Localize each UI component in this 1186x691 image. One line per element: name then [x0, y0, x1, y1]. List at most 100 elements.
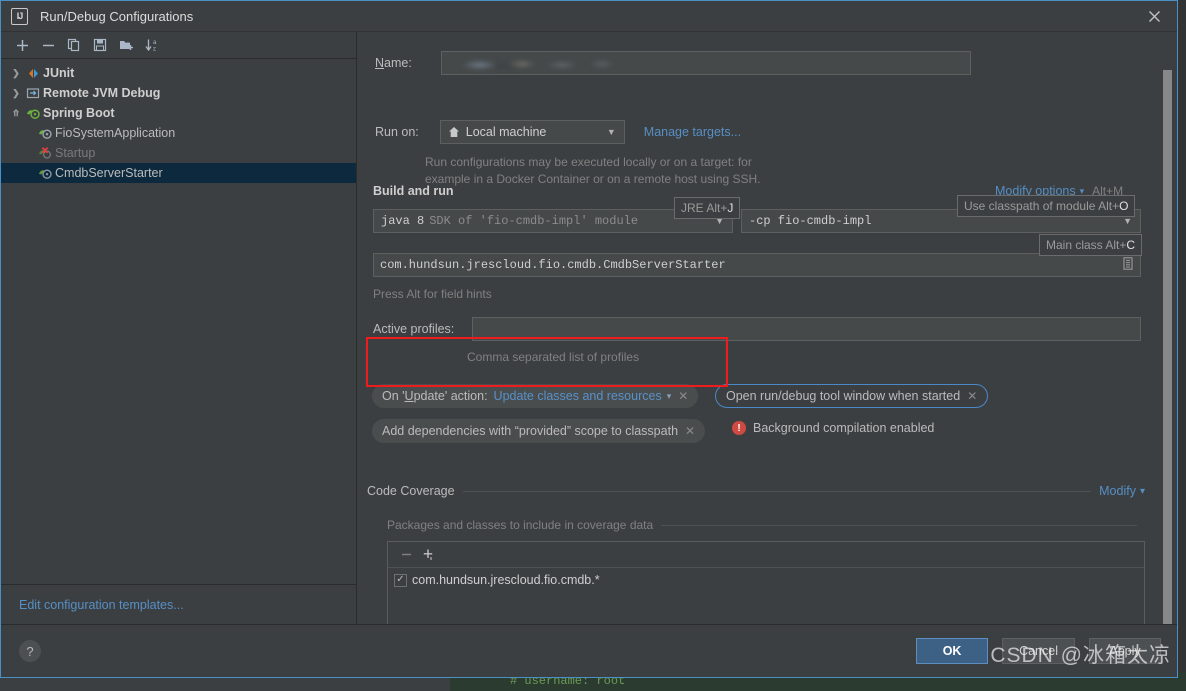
active-profiles-label: Active profiles: [373, 322, 455, 336]
chevron-right-icon[interactable]: ❯ [9, 68, 23, 79]
build-and-run-section-title: Build and run [373, 184, 454, 196]
coverage-package-label: com.hundsun.jrescloud.fio.cmdb.* [412, 573, 600, 587]
on-update-action-value[interactable]: Update classes and resources [494, 389, 662, 403]
ok-button[interactable]: OK [916, 638, 989, 664]
configurations-toolbar: a z [1, 32, 356, 59]
background-compilation-row: ! Background compilation enabled [732, 421, 934, 435]
tree-node-label: CmdbServerStarter [55, 166, 163, 180]
help-button[interactable]: ? [19, 640, 41, 662]
code-coverage-title: Code Coverage [367, 484, 455, 498]
edit-configuration-templates-link[interactable]: Edit configuration templates... [19, 598, 184, 612]
section-divider [661, 524, 1137, 526]
name-label: Name: [375, 56, 412, 70]
main-class-tooltip: Main class Alt+ C [1039, 234, 1143, 256]
dialog-titlebar: IJ Run/Debug Configurations [1, 1, 1177, 32]
provided-scope-chip[interactable]: Add dependencies with “provided” scope t… [372, 419, 706, 443]
tree-node-label: Startup [55, 146, 96, 160]
name-row: Name: [375, 51, 975, 75]
manage-targets-link[interactable]: Manage targets... [644, 125, 741, 139]
svg-text:a: a [153, 40, 157, 46]
spring-boot-icon [35, 127, 55, 140]
remove-configuration-button[interactable] [35, 33, 61, 57]
sort-configurations-button[interactable]: a z [139, 33, 165, 57]
on-update-action-label: On 'Update' action: [382, 389, 488, 403]
coverage-package-checkbox[interactable]: ✓ [394, 573, 407, 587]
active-profiles-input[interactable] [472, 317, 1141, 341]
main-class-input[interactable]: com.hundsun.jrescloud.fio.cmdb.CmdbServe… [373, 253, 1141, 277]
coverage-packages-list[interactable]: ✓ com.hundsun.jrescloud.fio.cmdb.* [387, 541, 1145, 624]
main-class-tooltip-key: C [1126, 238, 1136, 252]
add-package-button[interactable] [418, 545, 438, 565]
jre-tooltip-text: JRE Alt+ [681, 201, 728, 215]
name-input[interactable] [440, 51, 971, 75]
tree-node-junit[interactable]: ❯ JUnit [1, 63, 356, 83]
run-on-description-line-2: example in a Docker Container or on a re… [425, 172, 761, 186]
classpath-tooltip-text: Use classpath of module Alt+ [964, 199, 1120, 213]
provided-scope-label: Add dependencies with “provided” scope t… [382, 424, 679, 438]
open-tool-window-chip[interactable]: Open run/debug tool window when started … [715, 384, 989, 408]
background-compilation-label: Background compilation enabled [753, 421, 935, 435]
copy-configuration-button[interactable] [61, 33, 87, 57]
edit-templates-footer: Edit configuration templates... [1, 584, 356, 624]
jre-value-bold: java 8 [381, 214, 425, 228]
field-hints-text: Press Alt for field hints [373, 287, 492, 301]
csdn-watermark: CSDN @冰箱太凉 [990, 644, 1171, 667]
chevron-down-icon[interactable]: ▼ [1123, 216, 1136, 226]
configurations-panel: a z ❯ JUnit ❯ Remote JVM Debug ⤊ Spring … [1, 32, 357, 624]
tree-node-cmdbserverstarter[interactable]: CmdbServerStarter [1, 163, 356, 183]
run-debug-configurations-dialog: IJ Run/Debug Configurations a z ❯ JUnit … [0, 0, 1178, 678]
dialog-bottom-bar: ? OK Cancel Apply CSDN @冰箱太凉 [1, 624, 1177, 677]
chevron-down-icon[interactable]: ▾ [667, 391, 672, 402]
tree-node-label: FioSystemApplication [55, 126, 176, 140]
browse-class-icon[interactable] [1122, 257, 1134, 273]
run-on-row: Run on: Local machine ▼ Manage targets..… [375, 120, 741, 144]
active-profiles-hint: Comma separated list of profiles [467, 350, 640, 364]
home-icon [448, 126, 460, 138]
tree-node-label: Spring Boot [43, 106, 115, 120]
dialog-title: Run/Debug Configurations [40, 8, 194, 24]
list-item[interactable]: ✓ com.hundsun.jrescloud.fio.cmdb.* [388, 568, 1144, 587]
editor-panel-scrollbar[interactable] [1163, 70, 1172, 624]
intellij-logo-icon: IJ [11, 7, 28, 25]
add-configuration-button[interactable] [9, 33, 35, 57]
save-configuration-button[interactable] [87, 33, 113, 57]
tree-node-remote-jvm-debug[interactable]: ❯ Remote JVM Debug [1, 83, 356, 103]
jre-tooltip-key: J [727, 201, 734, 215]
coverage-list-toolbar [388, 542, 1144, 568]
chevron-right-icon[interactable]: ❯ [9, 88, 23, 99]
packages-include-label: Packages and classes to include in cover… [387, 518, 654, 532]
tree-node-spring-boot[interactable]: ⤊ Spring Boot [1, 103, 356, 123]
configurations-tree[interactable]: ❯ JUnit ❯ Remote JVM Debug ⤊ Spring Boot… [1, 59, 356, 584]
warning-icon: ! [732, 421, 746, 435]
close-icon[interactable]: ✕ [678, 389, 688, 403]
close-icon[interactable]: ✕ [967, 389, 977, 403]
tree-node-label: Remote JVM Debug [43, 86, 161, 100]
open-tool-window-label: Open run/debug tool window when started [726, 389, 961, 403]
name-redaction-overlay [441, 52, 970, 74]
active-profiles-row: Active profiles: [373, 317, 1141, 341]
packages-label-row: Packages and classes to include in cover… [387, 518, 1145, 532]
code-coverage-section-header: Code Coverage Modify ▾ [367, 484, 1145, 498]
on-update-action-chip[interactable]: On 'Update' action: Update classes and r… [372, 384, 699, 408]
junit-icon [23, 67, 43, 80]
classpath-value: -cp fio-cmdb-impl [749, 214, 872, 228]
chevron-down-icon[interactable]: ⤊ [9, 108, 23, 119]
configuration-editor-panel: Name: Store as project file [357, 32, 1177, 624]
tree-node-startup[interactable]: Startup [1, 143, 356, 163]
close-icon[interactable]: ✕ [685, 424, 695, 438]
tree-node-fiosystemapplication[interactable]: FioSystemApplication [1, 123, 356, 143]
run-on-combobox[interactable]: Local machine ▼ [439, 120, 625, 144]
chevron-down-icon[interactable]: ▼ [607, 127, 620, 137]
close-icon[interactable] [1131, 1, 1177, 32]
spring-boot-icon [35, 167, 55, 180]
classpath-tooltip-key: O [1119, 199, 1129, 213]
code-coverage-modify-link[interactable]: Modify [1099, 484, 1136, 498]
tree-node-label: JUnit [43, 66, 75, 80]
remove-package-button[interactable] [396, 545, 416, 565]
spring-boot-icon [23, 107, 43, 120]
main-class-tooltip-text: Main class Alt+ [1046, 238, 1127, 252]
chevron-down-icon[interactable]: ▾ [1140, 486, 1145, 497]
move-into-folder-button[interactable] [113, 33, 139, 57]
section-divider [462, 490, 1092, 492]
jre-tooltip: JRE Alt+ J [674, 197, 741, 219]
